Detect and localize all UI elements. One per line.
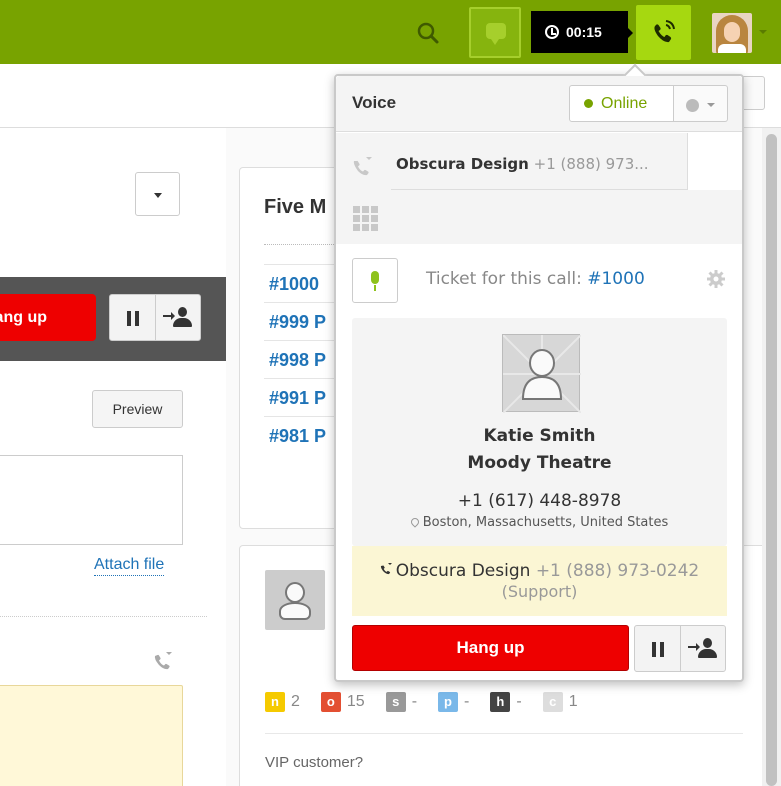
- search-icon[interactable]: [414, 19, 442, 47]
- dropdown-button[interactable]: [135, 172, 180, 216]
- user-avatar[interactable]: [712, 13, 752, 53]
- caller-card: Katie Smith Moody Theatre +1 (617) 448-8…: [352, 318, 727, 546]
- divider: [0, 616, 207, 617]
- phone-icon: [654, 20, 675, 43]
- hangup-button-secondary[interactable]: Hang up: [0, 294, 96, 341]
- user-stats: n2 o 15 s- p- h- c1: [265, 692, 599, 712]
- recent-tickets-title: Five M: [264, 196, 327, 218]
- caller-location: Boston, Massachusetts, United States: [352, 515, 727, 530]
- via-line-label: (Support): [501, 582, 578, 601]
- status-dropdown-button[interactable]: [674, 85, 728, 122]
- call-timer[interactable]: 00:15: [531, 11, 628, 53]
- active-call-phone: +1 (888) 973...: [533, 155, 649, 173]
- chevron-down-icon: [707, 103, 715, 107]
- stat-badge[interactable]: o 15: [320, 692, 365, 712]
- call-controls-strip: Hang up: [0, 277, 226, 361]
- scrollbar-thumb[interactable]: [766, 134, 777, 786]
- preview-button[interactable]: Preview: [92, 390, 183, 428]
- call-via-box: Obscura Design +1 (888) 973-0242 (Suppor…: [352, 546, 727, 616]
- gear-icon[interactable]: [706, 269, 726, 289]
- call-event-box: [0, 685, 183, 786]
- active-call-tab[interactable]: Obscura Design +1 (888) 973...: [391, 133, 688, 190]
- active-call-name: Obscura Design: [396, 155, 529, 173]
- transfer-icon[interactable]: [681, 626, 726, 671]
- online-status-button[interactable]: Online: [569, 85, 674, 122]
- divider: [265, 733, 743, 734]
- pause-icon[interactable]: [635, 626, 681, 671]
- stat-badge[interactable]: s-: [385, 692, 417, 712]
- mute-button[interactable]: [352, 258, 398, 303]
- chevron-down-icon[interactable]: [759, 30, 767, 34]
- via-name: Obscura Design: [395, 561, 531, 581]
- caller-organization[interactable]: Moody Theatre: [352, 453, 727, 473]
- voice-button[interactable]: [636, 5, 691, 60]
- status-dot-icon: [584, 99, 593, 108]
- voice-header: Voice Online: [336, 76, 742, 132]
- status-toggle: Online: [569, 85, 728, 122]
- call-ticket-info: Ticket for this call: #1000: [426, 269, 645, 289]
- vip-customer-label[interactable]: VIP customer?: [265, 754, 363, 771]
- chat-icon: [486, 23, 506, 45]
- avatar: [265, 570, 325, 630]
- call-icon[interactable]: [350, 153, 376, 179]
- top-bar: 00:15: [0, 0, 781, 64]
- chat-button[interactable]: [469, 7, 521, 58]
- globe-icon: [686, 99, 699, 112]
- call-timer-value: 00:15: [566, 24, 602, 40]
- pause-icon[interactable]: [110, 295, 156, 340]
- stat-badge[interactable]: h-: [490, 692, 522, 712]
- via-phone: +1 (888) 973-0242: [535, 561, 700, 581]
- caller-phone: +1 (617) 448-8978: [457, 491, 622, 511]
- call-action-group: [634, 625, 726, 672]
- voice-sidebar: [336, 133, 391, 244]
- hangup-button[interactable]: Hang up: [352, 625, 629, 671]
- stat-badge[interactable]: c1: [542, 692, 578, 712]
- ticket-editor: Hang up Preview Attach file: [0, 128, 226, 786]
- scrollbar[interactable]: [762, 128, 781, 786]
- transfer-icon[interactable]: [156, 295, 201, 340]
- attach-file-link[interactable]: Attach file: [94, 555, 165, 576]
- call-log-icon: [152, 649, 176, 671]
- stat-badge[interactable]: n2: [265, 692, 300, 712]
- timer-arrow-icon: [628, 28, 633, 38]
- stat-badge[interactable]: p-: [438, 692, 469, 712]
- caller-avatar: [502, 334, 582, 414]
- incoming-call-icon: [380, 563, 392, 575]
- microphone-icon: [371, 271, 379, 284]
- dialpad-icon[interactable]: [353, 206, 378, 231]
- voice-console: Voice Online Obscura Design +1 (888) 973…: [334, 63, 744, 682]
- call-action-group: [109, 294, 201, 341]
- comment-textarea[interactable]: [0, 455, 183, 545]
- voice-title: Voice: [352, 93, 397, 112]
- clock-icon: [545, 25, 559, 39]
- call-ticket-link[interactable]: #1000: [587, 269, 645, 289]
- location-pin-icon: [409, 516, 421, 528]
- caller-name[interactable]: Katie Smith: [352, 426, 727, 446]
